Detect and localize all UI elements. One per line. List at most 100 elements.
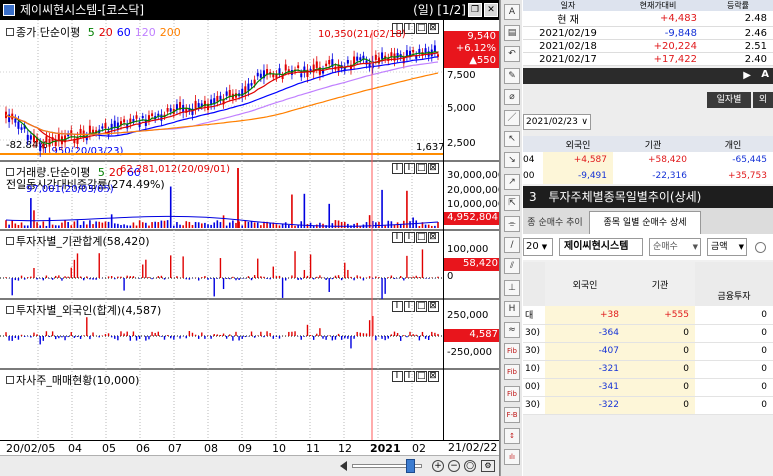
candle-body (157, 113, 160, 116)
zoom-in-icon[interactable]: + (432, 460, 444, 472)
zoom-reset-icon[interactable]: ○ (464, 460, 476, 472)
toolbar-tool-icon[interactable]: ↶ (504, 46, 520, 63)
volume-bar (415, 220, 418, 228)
chart-title-bar[interactable]: 제이씨현시스템-[코스닥] (일) [1/2] ❐ ✕ (0, 0, 499, 20)
restore-icon[interactable]: ❐ (468, 3, 482, 17)
net-buy-select[interactable]: 순매수 ▼ (649, 238, 701, 256)
scroll-thumb[interactable] (406, 459, 415, 473)
collapse-icon[interactable]: ▶ (743, 70, 751, 81)
toolbar-tool-icon[interactable]: Fib (504, 364, 520, 381)
toolbar-tool-icon[interactable]: ↘ (504, 152, 520, 169)
toolbar-tool-icon[interactable]: ▤ (504, 25, 520, 42)
table-row[interactable]: 04 +4,587 +58,420 -65,445 (523, 152, 773, 168)
institution-bar (235, 278, 237, 281)
tab-daily-net-buy-detail[interactable]: 종목 일별 순매수 상세 (589, 211, 701, 234)
toolbar-tool-icon[interactable]: Fib (504, 343, 520, 360)
toolbar-tool-icon[interactable]: ≈ (504, 322, 520, 338)
period-indicator[interactable]: (일) [1/2] (413, 0, 466, 20)
amount-select[interactable]: 금액 ▼ (707, 238, 747, 256)
institution-bar (362, 278, 365, 281)
institution-bar (300, 278, 302, 280)
institution-bar (238, 278, 240, 280)
table-row[interactable]: 30) -364 0 0 (523, 324, 773, 342)
toolbar-tool-icon[interactable]: ⌀ (504, 88, 520, 105)
table-row[interactable]: 2021/02/17 +17,422 2.40 (523, 53, 773, 66)
institution-bar (219, 258, 222, 278)
table-row[interactable]: 현 재 +4,483 2.48 (523, 11, 773, 27)
candle-body (374, 54, 377, 60)
candle-body (92, 129, 95, 133)
foreign-bar (334, 336, 337, 340)
institution-bar (266, 278, 268, 279)
row-date: 2021/02/18 (539, 40, 597, 52)
foreign-bar (306, 324, 309, 336)
volume-bar (89, 220, 91, 228)
toolbar-tool-icon[interactable]: ／ (504, 110, 520, 126)
toolbar-tool-icon[interactable]: ⊥ (504, 279, 520, 296)
toolbar-tool-icon[interactable]: Fib (504, 385, 520, 402)
toolbar-tool-icon[interactable]: ⫽ (504, 258, 520, 275)
panel3-tabs: 종 순매수 추이 종목 일별 순매수 상세 (523, 208, 773, 234)
toolbar-tool-icon[interactable]: ⇱ (504, 194, 520, 211)
candle-body (70, 130, 73, 136)
foreign-bar (325, 336, 327, 340)
table-row[interactable]: 00 -9,491 -22,316 +35,753 (523, 168, 773, 184)
institution-bar (250, 278, 253, 281)
table-row[interactable]: 2021/02/19 -9,848 2.46 (523, 27, 773, 40)
table-row[interactable]: 대 +38 +555 0 (523, 306, 773, 324)
panel3-title-bar[interactable]: 3 투자주체별종목일별추이(상세) (523, 186, 773, 208)
chevron-down-icon: ▼ (738, 243, 744, 251)
foreign-bar (79, 336, 82, 339)
table-row[interactable]: 30) -322 0 0 (523, 396, 773, 414)
chart-plot-area[interactable] (0, 20, 443, 452)
toolbar-tool-icon[interactable]: ⌯ (504, 216, 520, 232)
candle-body (42, 143, 45, 149)
radio-button[interactable] (755, 242, 766, 253)
close-icon[interactable]: ✕ (484, 3, 498, 17)
toolbar-tool-icon[interactable]: ↗ (504, 173, 520, 190)
volume-bar (232, 220, 234, 228)
toolbar-tool-icon[interactable]: ↖ (504, 131, 520, 148)
date-view-button[interactable]: 일자별 (707, 92, 751, 108)
foreign-bar (132, 331, 135, 336)
volume-bar (39, 225, 41, 228)
foreign-bar (415, 334, 417, 336)
chart-scrollbar[interactable]: + − ○ ⚙ (0, 455, 499, 476)
scroll-left-icon[interactable] (340, 461, 347, 471)
period-select[interactable]: 20 ▼ (523, 238, 553, 256)
stock-name-field[interactable]: 제이씨현시스템 (559, 238, 643, 256)
institution-bar (331, 278, 334, 280)
toolbar-tool-icon[interactable]: ∕ (504, 237, 520, 254)
date-view-button-2[interactable]: 외 (753, 92, 773, 108)
zoom-out-icon[interactable]: − (448, 460, 460, 472)
institution-bar (160, 275, 163, 278)
change-abs: ▲550 (469, 55, 496, 66)
table-row[interactable]: 10) -321 0 0 (523, 360, 773, 378)
settings-icon[interactable]: ⚙ (481, 460, 495, 472)
volume-bar (387, 220, 390, 228)
table-row[interactable]: 00) -341 0 0 (523, 378, 773, 396)
toolbar-tool-icon[interactable]: H (504, 300, 520, 317)
foreign-bar (101, 335, 104, 336)
toolbar-tool-icon[interactable]: ılı (504, 449, 520, 466)
date-select[interactable]: 2021/02/23 ∨ (523, 114, 591, 130)
volume-bar (294, 225, 296, 228)
institution-bar (64, 276, 66, 278)
toolbar-tool-icon[interactable]: ✎ (504, 67, 520, 84)
institution-bar (375, 276, 377, 278)
foreign-bar (232, 336, 234, 341)
toolbar-tool-icon[interactable]: A (504, 4, 520, 20)
mid-section: 일자별 외 2021/02/23 ∨ 외국인 기관 개인 04 +4,587 +58… (523, 84, 773, 184)
toolbar-tool-icon[interactable]: ↕ (504, 428, 520, 444)
institution-current: 58,420 (444, 258, 499, 271)
toolbar-tool-icon[interactable]: F-B (504, 406, 520, 423)
table-row[interactable]: 2021/02/18 +20,224 2.51 (523, 40, 773, 53)
table-row[interactable]: 30) -407 0 0 (523, 342, 773, 360)
candle-body (228, 89, 231, 97)
candle-body (328, 59, 331, 65)
col-header: 개인 (724, 140, 742, 151)
foreign-bar (222, 333, 225, 336)
tab-net-buy-trend[interactable]: 종 순매수 추이 (523, 212, 587, 234)
institution-bar (222, 278, 225, 290)
volume-bar (278, 225, 281, 228)
